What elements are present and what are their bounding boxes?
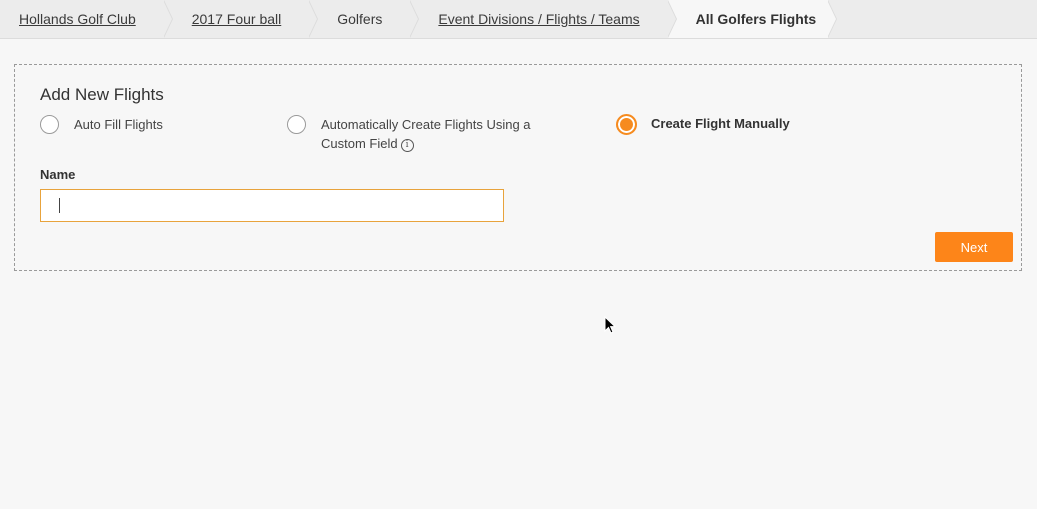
radio-circle[interactable] (287, 115, 306, 134)
breadcrumb-golfers: Golfers (309, 0, 420, 38)
radio-label: Create Flight Manually (651, 116, 790, 131)
breadcrumb-separator (162, 0, 173, 38)
info-icon[interactable]: i (400, 139, 414, 152)
radio-label: Auto Fill Flights (74, 117, 163, 132)
radio-circle[interactable] (40, 115, 59, 134)
mouse-pointer-icon (604, 316, 616, 334)
next-button[interactable]: Next (935, 232, 1013, 262)
breadcrumb-hollands-golf-club[interactable]: Hollands Golf Club (0, 0, 173, 38)
radio-auto-fill-flights[interactable]: Auto Fill Flights (40, 115, 163, 134)
breadcrumb-label: 2017 Four ball (191, 11, 282, 27)
radio-create-flight-manually[interactable]: Create Flight Manually (616, 114, 790, 135)
breadcrumb-2017-four-ball[interactable]: 2017 Four ball (164, 0, 319, 38)
radio-circle-checked[interactable] (616, 114, 637, 135)
breadcrumb-all-golfers-flights: All Golfers Flights (667, 0, 838, 38)
radio-label-line1: Automatically Create Flights Using a (321, 117, 531, 132)
breadcrumb-label: Hollands Golf Club (19, 11, 136, 27)
breadcrumb-label: Golfers (337, 11, 383, 27)
name-field-label: Name (40, 167, 76, 182)
radio-label-line2: Custom Field (321, 136, 398, 151)
name-input[interactable] (40, 189, 504, 222)
text-caret (59, 198, 60, 213)
breadcrumb-separator (409, 0, 420, 38)
breadcrumb-separator (827, 0, 838, 38)
panel-title: Add New Flights (40, 85, 164, 104)
radio-label: Automatically Create Flights Using a Cus… (321, 115, 531, 153)
breadcrumb-label: All Golfers Flights (695, 11, 817, 27)
breadcrumb-separator (308, 0, 319, 38)
breadcrumb-label: Event Divisions / Flights / Teams (438, 11, 640, 27)
radio-auto-create-custom-field[interactable]: Automatically Create Flights Using a Cus… (287, 115, 531, 153)
breadcrumb-separator (666, 0, 677, 38)
breadcrumb: Hollands Golf Club 2017 Four ball Golfer… (0, 0, 1037, 39)
breadcrumb-event-divisions[interactable]: Event Divisions / Flights / Teams (410, 0, 677, 38)
add-new-flights-panel: Add New Flights Auto Fill Flights Automa… (14, 64, 1022, 271)
